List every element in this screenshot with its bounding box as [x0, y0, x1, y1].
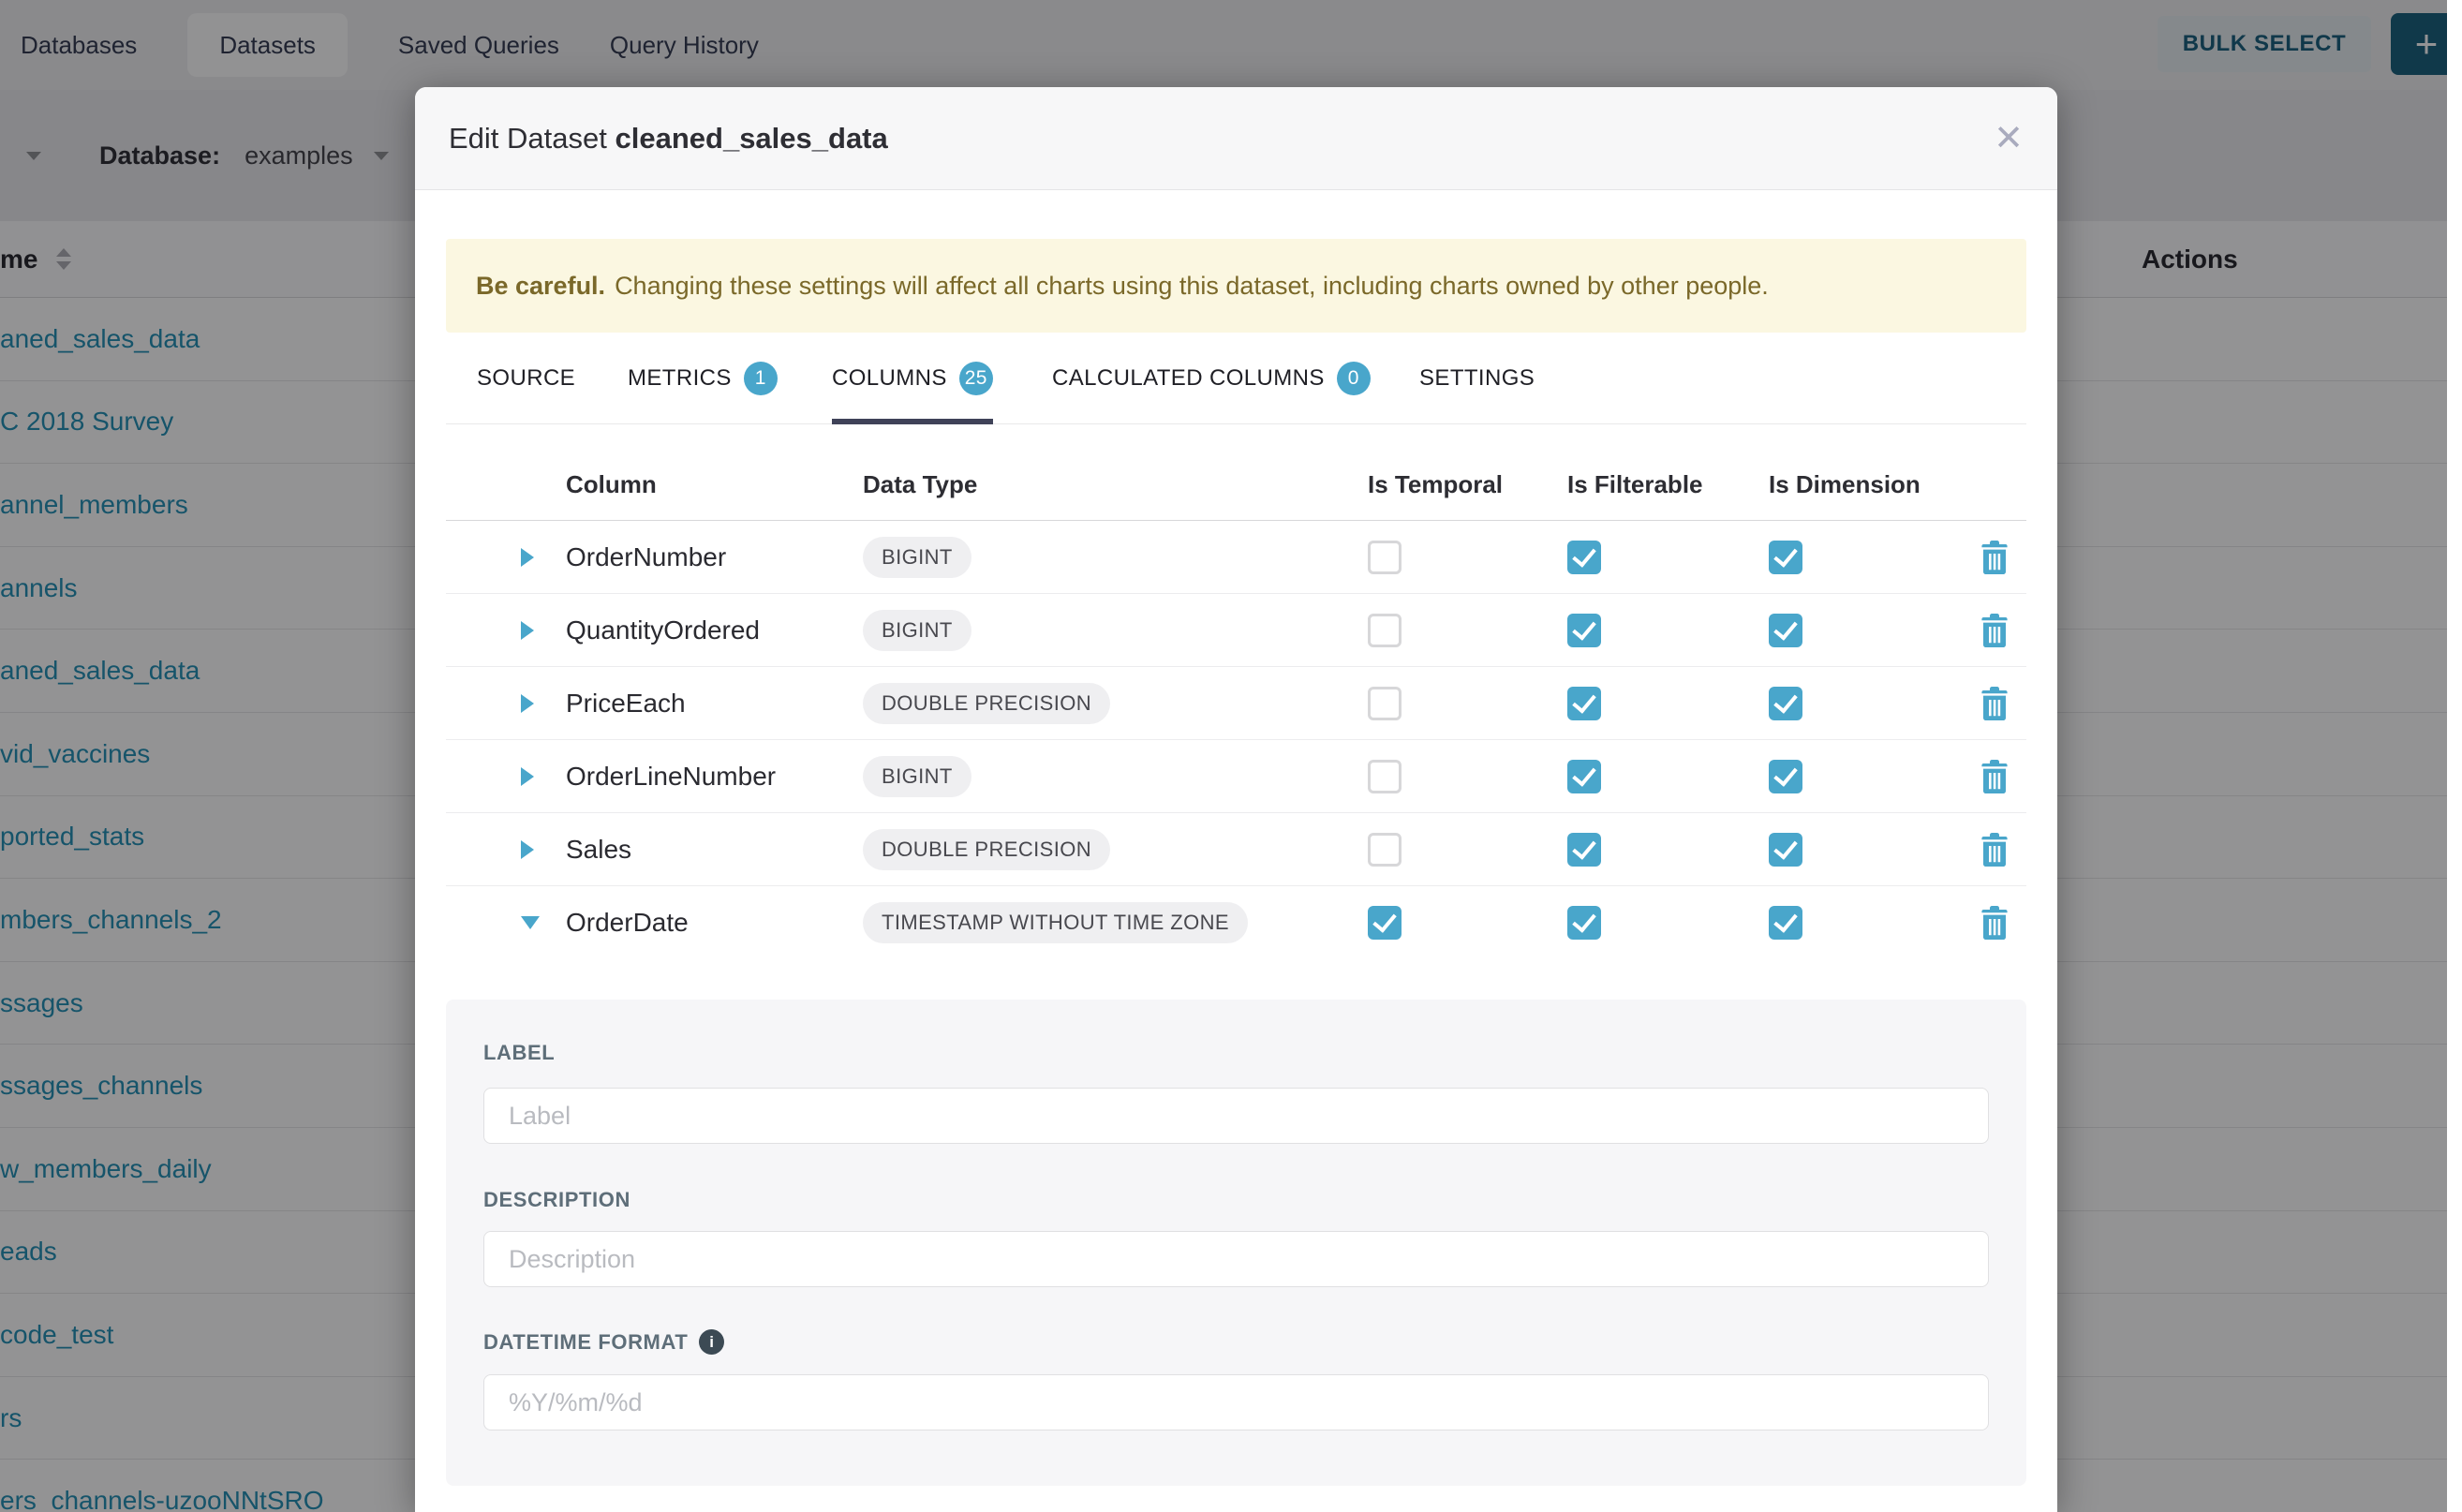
data-type-pill: BIGINT	[863, 610, 971, 651]
is-filterable-checkbox[interactable]	[1567, 760, 1601, 793]
warning-banner-bold: Be careful.	[476, 272, 605, 301]
data-type-pill: TIMESTAMP WITHOUT TIME ZONE	[863, 902, 1248, 943]
edit-dataset-modal: Edit Dataset cleaned_sales_data ✕ Be car…	[415, 87, 2057, 1512]
data-type-pill: BIGINT	[863, 537, 971, 578]
tab-count-badge: 1	[744, 362, 778, 395]
column-name: Sales	[566, 835, 631, 865]
column-name: PriceEach	[566, 689, 686, 719]
is-filterable-checkbox[interactable]	[1567, 833, 1601, 867]
modal-header: Edit Dataset cleaned_sales_data ✕	[415, 87, 2057, 190]
tab-calculated-columns[interactable]: CALCULATED COLUMNS 0	[1052, 333, 1371, 423]
column-name: OrderLineNumber	[566, 762, 776, 792]
delete-icon[interactable]	[1980, 687, 2010, 720]
is-filterable-checkbox[interactable]	[1567, 541, 1601, 574]
is-dimension-checkbox[interactable]	[1769, 760, 1802, 793]
is-temporal-header: Is Temporal	[1368, 470, 1503, 499]
is-filterable-header: Is Filterable	[1567, 470, 1703, 499]
expand-caret-icon[interactable]	[521, 840, 534, 859]
is-temporal-checkbox[interactable]	[1368, 687, 1402, 720]
modal-title: Edit Dataset cleaned_sales_data	[449, 122, 888, 156]
is-dimension-checkbox[interactable]	[1769, 614, 1802, 647]
modal-title-dataset-name: cleaned_sales_data	[616, 122, 888, 155]
description-field-label: DESCRIPTION	[483, 1188, 2026, 1212]
delete-icon[interactable]	[1980, 760, 2010, 793]
tab-label: SETTINGS	[1419, 365, 1535, 392]
is-temporal-checkbox[interactable]	[1368, 906, 1402, 940]
column-name: OrderDate	[566, 908, 689, 938]
tab-settings[interactable]: SETTINGS	[1419, 333, 1535, 423]
is-temporal-checkbox[interactable]	[1368, 760, 1402, 793]
label-field-label: LABEL	[483, 1041, 2026, 1065]
column-row: OrderLineNumber BIGINT	[446, 740, 2026, 813]
column-row: OrderNumber BIGINT	[446, 521, 2026, 594]
expand-caret-icon[interactable]	[521, 548, 534, 567]
tab-label: CALCULATED COLUMNS	[1052, 365, 1325, 392]
column-detail-panel: LABEL DESCRIPTION DATETIME FORMAT i	[446, 1000, 2026, 1486]
is-dimension-header: Is Dimension	[1769, 470, 1921, 499]
expand-caret-icon[interactable]	[521, 916, 540, 929]
info-icon[interactable]: i	[699, 1329, 724, 1355]
data-type-pill: DOUBLE PRECISION	[863, 829, 1110, 870]
tab-count-badge: 0	[1337, 362, 1371, 395]
warning-banner: Be careful. Changing these settings will…	[446, 239, 2026, 333]
data-type-pill: DOUBLE PRECISION	[863, 683, 1110, 724]
delete-icon[interactable]	[1980, 541, 2010, 574]
is-dimension-checkbox[interactable]	[1769, 687, 1802, 720]
tab-count-badge: 25	[959, 362, 993, 395]
is-filterable-checkbox[interactable]	[1567, 906, 1601, 940]
column-row: OrderDate TIMESTAMP WITHOUT TIME ZONE	[446, 886, 2026, 959]
scrollbar[interactable]	[2447, 0, 2462, 1512]
tab-source[interactable]: SOURCE	[477, 333, 575, 423]
modal-tabs: SOURCE METRICS 1 COLUMNS 25 CALCULATED C…	[446, 333, 2026, 424]
close-icon[interactable]: ✕	[1994, 121, 2024, 156]
tab-label: METRICS	[628, 365, 732, 392]
delete-icon[interactable]	[1980, 614, 2010, 647]
expand-caret-icon[interactable]	[521, 767, 534, 786]
columns-table-header: Column Data Type Is Temporal Is Filterab…	[446, 424, 2026, 521]
column-name: OrderNumber	[566, 542, 726, 572]
modal-body: Be careful. Changing these settings will…	[415, 239, 2057, 1486]
expand-caret-icon[interactable]	[521, 621, 534, 640]
tab-metrics[interactable]: METRICS 1	[628, 333, 778, 423]
column-row: QuantityOrdered BIGINT	[446, 594, 2026, 667]
modal-title-prefix: Edit Dataset	[449, 122, 607, 155]
label-input[interactable]	[483, 1088, 1989, 1144]
is-temporal-checkbox[interactable]	[1368, 541, 1402, 574]
is-filterable-checkbox[interactable]	[1567, 614, 1601, 647]
datetime-format-label-text: DATETIME FORMAT	[483, 1330, 688, 1355]
datetime-format-input[interactable]	[483, 1374, 1989, 1430]
column-name: QuantityOrdered	[566, 615, 760, 645]
description-input[interactable]	[483, 1231, 1989, 1287]
columns-table-body: OrderNumber BIGINT QuantityOrdered BIGIN…	[446, 521, 2026, 959]
tab-columns[interactable]: COLUMNS 25	[832, 333, 993, 423]
delete-icon[interactable]	[1980, 833, 2010, 867]
is-dimension-checkbox[interactable]	[1769, 833, 1802, 867]
is-temporal-checkbox[interactable]	[1368, 614, 1402, 647]
is-temporal-checkbox[interactable]	[1368, 833, 1402, 867]
column-row: Sales DOUBLE PRECISION	[446, 813, 2026, 886]
tab-label: COLUMNS	[832, 365, 947, 392]
expand-caret-icon[interactable]	[521, 694, 534, 713]
data-type-pill: BIGINT	[863, 756, 971, 797]
is-dimension-checkbox[interactable]	[1769, 906, 1802, 940]
column-header: Column	[566, 470, 657, 499]
delete-icon[interactable]	[1980, 906, 2010, 940]
data-type-header: Data Type	[863, 470, 977, 499]
is-filterable-checkbox[interactable]	[1567, 687, 1601, 720]
column-row: PriceEach DOUBLE PRECISION	[446, 667, 2026, 740]
warning-banner-text: Changing these settings will affect all …	[615, 272, 1769, 301]
datetime-format-field-label: DATETIME FORMAT i	[483, 1329, 2026, 1355]
tab-label: SOURCE	[477, 365, 575, 392]
is-dimension-checkbox[interactable]	[1769, 541, 1802, 574]
